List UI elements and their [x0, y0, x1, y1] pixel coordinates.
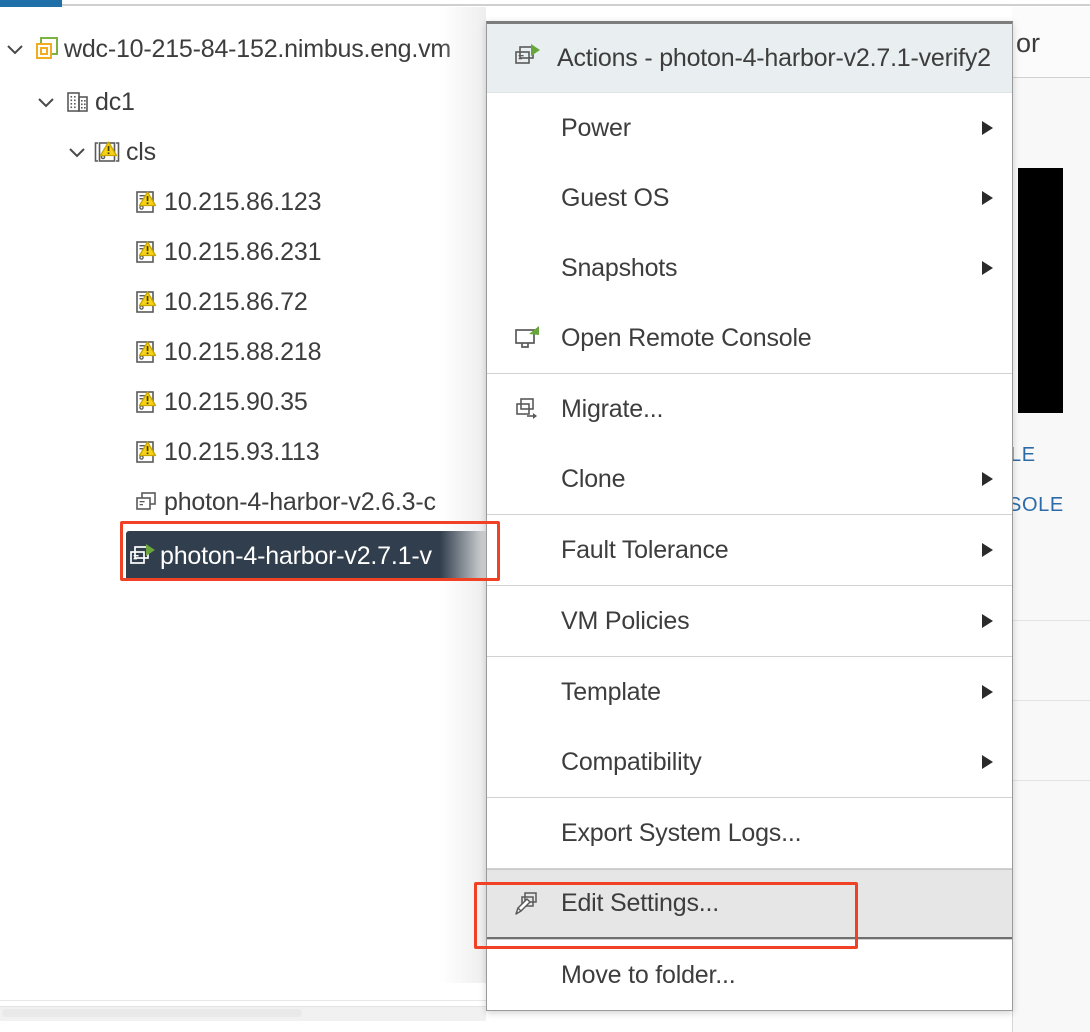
- host-warning-icon: [130, 438, 164, 466]
- vm-running-icon: [126, 542, 160, 570]
- host-warning-icon: [130, 288, 164, 316]
- tree-horizontal-scrollbar-thumb[interactable]: [2, 1009, 302, 1017]
- detail-pane: [1012, 7, 1090, 1032]
- submenu-arrow-icon: [982, 543, 993, 557]
- menu-item-label: Fault Tolerance: [561, 535, 729, 564]
- menu-group: Export System Logs...: [487, 798, 1012, 869]
- tree-node-datacenter[interactable]: dc1: [31, 77, 135, 127]
- submenu-arrow-icon: [982, 685, 993, 699]
- tree-node-host[interactable]: 10.215.88.218: [130, 327, 321, 377]
- submenu-arrow-icon: [982, 614, 993, 628]
- menu-group: Fault Tolerance: [487, 515, 1012, 586]
- tree-node-label: wdc-10-215-84-152.nimbus.eng.vm: [64, 34, 452, 63]
- migrate-icon: [513, 395, 547, 423]
- tree-node-label: dc1: [95, 87, 135, 116]
- launch-console-link[interactable]: LE: [1010, 444, 1036, 467]
- menu-item-label: Export System Logs...: [561, 818, 802, 847]
- menu-item-label: Migrate...: [561, 394, 664, 423]
- menu-item-label: VM Policies: [561, 606, 690, 635]
- edit-settings-icon: [513, 890, 547, 918]
- active-tab-indicator: [0, 0, 62, 7]
- menu-item-label: Template: [561, 677, 661, 706]
- tree-node-label: 10.215.93.113: [164, 437, 320, 466]
- context-menu-title: Actions - photon-4-harbor-v2.7.1-verify2: [557, 43, 991, 72]
- menu-group: VM Policies: [487, 586, 1012, 657]
- tree-node-label: photon-4-harbor-v2.6.3-c: [164, 487, 436, 516]
- menu-item-label: Power: [561, 113, 631, 142]
- tree-node-label: cls: [126, 137, 156, 166]
- chevron-down-icon[interactable]: [31, 91, 61, 113]
- submenu-arrow-icon: [982, 755, 993, 769]
- tree-node-vcenter[interactable]: wdc-10-215-84-152.nimbus.eng.vm: [0, 24, 451, 74]
- chevron-down-icon[interactable]: [0, 38, 30, 60]
- tree-node-host[interactable]: 10.215.86.72: [130, 277, 308, 327]
- submenu-arrow-icon: [982, 121, 993, 135]
- tab-strip-rule: [0, 4, 1090, 6]
- tab-strip: [0, 0, 1090, 7]
- menu-item-compatibility[interactable]: Compatibility: [487, 727, 1012, 797]
- menu-item-label: Snapshots: [561, 253, 678, 282]
- tree-node-label: 10.215.88.218: [164, 337, 322, 366]
- menu-item-label: Guest OS: [561, 183, 670, 212]
- tree-node-host[interactable]: 10.215.90.35: [130, 377, 308, 427]
- menu-group: Move to folder...: [487, 940, 1012, 1010]
- menu-item-guest-os[interactable]: Guest OS: [487, 163, 1012, 233]
- detail-pane-title-fragment: or: [1016, 28, 1041, 58]
- tree-node-host[interactable]: 10.215.86.123: [130, 177, 321, 227]
- context-menu-header: Actions - photon-4-harbor-v2.7.1-verify2: [487, 24, 1012, 93]
- tree-node-label: 10.215.90.35: [164, 387, 308, 416]
- menu-item-fault-tolerance[interactable]: Fault Tolerance: [487, 515, 1012, 585]
- submenu-arrow-icon: [982, 472, 993, 486]
- tree-node-vm[interactable]: photon-4-harbor-v2.6.3-c: [130, 477, 436, 527]
- host-warning-icon: [130, 338, 164, 366]
- menu-group: Power Guest OS Snapshots Open Remote Con…: [487, 93, 1012, 374]
- host-warning-icon: [130, 388, 164, 416]
- tree-node-host[interactable]: 10.215.93.113: [130, 427, 320, 477]
- remote-console-icon: [513, 324, 547, 352]
- menu-item-migrate[interactable]: Migrate...: [487, 374, 1012, 444]
- menu-group: Migrate... Clone: [487, 374, 1012, 515]
- submenu-arrow-icon: [982, 191, 993, 205]
- menu-item-move-to-folder[interactable]: Move to folder...: [487, 940, 1012, 1010]
- open-remote-console-link[interactable]: SOLE: [1008, 494, 1064, 517]
- menu-item-edit-settings[interactable]: Edit Settings...: [487, 869, 1012, 939]
- vm-running-icon: [513, 42, 543, 75]
- vm-actions-context-menu[interactable]: Actions - photon-4-harbor-v2.7.1-verify2…: [486, 21, 1013, 1011]
- datacenter-icon: [61, 88, 95, 116]
- menu-item-power[interactable]: Power: [487, 93, 1012, 163]
- inventory-tree[interactable]: wdc-10-215-84-152.nimbus.eng.vm dc1 cls …: [0, 7, 486, 983]
- tree-node-host[interactable]: 10.215.86.231: [130, 227, 321, 277]
- console-thumbnail[interactable]: [1018, 168, 1063, 413]
- menu-item-vm-policies[interactable]: VM Policies: [487, 586, 1012, 656]
- host-warning-icon: [130, 238, 164, 266]
- menu-item-label: Open Remote Console: [561, 323, 812, 352]
- menu-item-open-remote-console[interactable]: Open Remote Console: [487, 303, 1012, 373]
- tree-bottom-rule: [0, 1000, 486, 1001]
- menu-item-snapshots[interactable]: Snapshots: [487, 233, 1012, 303]
- menu-item-label: Clone: [561, 464, 626, 493]
- submenu-arrow-icon: [982, 261, 993, 275]
- menu-item-label: Compatibility: [561, 747, 702, 776]
- vm-icon: [130, 488, 164, 516]
- detail-pane-divider: [1013, 620, 1090, 621]
- host-warning-icon: [130, 188, 164, 216]
- tree-node-label: photon-4-harbor-v2.7.1-v: [160, 541, 432, 570]
- menu-group: Template Compatibility: [487, 657, 1012, 798]
- menu-item-clone[interactable]: Clone: [487, 444, 1012, 514]
- tree-node-label: 10.215.86.72: [164, 287, 308, 316]
- detail-pane-divider: [1013, 700, 1090, 701]
- chevron-down-icon[interactable]: [62, 141, 92, 163]
- vcenter-icon: [30, 35, 64, 63]
- menu-item-label: Move to folder...: [561, 960, 736, 989]
- menu-item-label: Edit Settings...: [561, 889, 719, 917]
- cluster-warning-icon: [92, 138, 126, 166]
- tree-node-vm-selected[interactable]: photon-4-harbor-v2.7.1-v: [126, 531, 486, 581]
- tree-node-label: 10.215.86.123: [164, 187, 322, 216]
- menu-item-template[interactable]: Template: [487, 657, 1012, 727]
- menu-group: Edit Settings...: [487, 869, 1012, 940]
- tree-node-cluster[interactable]: cls: [62, 127, 156, 177]
- detail-pane-divider: [1013, 780, 1090, 781]
- menu-item-export-system-logs[interactable]: Export System Logs...: [487, 798, 1012, 868]
- tree-node-label: 10.215.86.231: [164, 237, 322, 266]
